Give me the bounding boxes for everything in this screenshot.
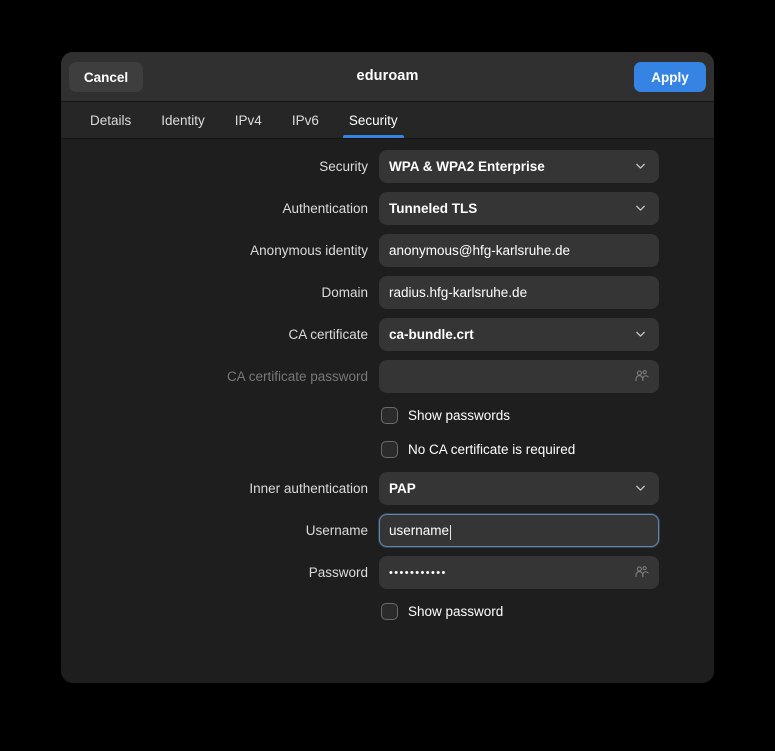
tab-details[interactable]: Details	[75, 102, 146, 138]
anonymous-identity-value: anonymous@hfg-karlsruhe.de	[389, 242, 571, 258]
tab-ipv6[interactable]: IPv6	[277, 102, 334, 138]
text-cursor	[450, 524, 452, 540]
security-value: WPA & WPA2 Enterprise	[389, 158, 545, 174]
password-label: Password	[308, 564, 368, 580]
domain-label: Domain	[321, 284, 368, 300]
tab-ipv4-label: IPv4	[234, 112, 262, 128]
row-username: Username username	[61, 510, 714, 550]
no-ca-certificate-required-checkbox[interactable]	[381, 440, 398, 458]
tab-identity-label: Identity	[161, 112, 205, 128]
row-show-passwords: Show passwords	[61, 398, 714, 432]
row-no-ca-certificate-required: No CA certificate is required	[61, 432, 714, 466]
security-label: Security	[319, 158, 368, 174]
apply-button[interactable]: Apply	[634, 62, 706, 92]
chevron-down-icon	[636, 331, 645, 337]
security-form: Security WPA & WPA2 Enterprise Authentic…	[61, 139, 714, 683]
tab-bar: Details Identity IPv4 IPv6 Security	[61, 102, 714, 139]
row-inner-authentication: Inner authentication PAP	[61, 468, 714, 508]
inner-authentication-dropdown[interactable]: PAP	[379, 471, 659, 505]
tab-security-label: Security	[348, 112, 398, 128]
authentication-label: Authentication	[282, 200, 368, 216]
username-value: username	[389, 522, 450, 538]
row-domain: Domain radius.hfg-karlsruhe.de	[61, 272, 714, 312]
chevron-down-icon	[636, 205, 645, 211]
ca-certificate-password-field[interactable]	[379, 359, 659, 393]
password-field[interactable]: •••••••••••	[379, 555, 659, 589]
inner-authentication-label: Inner authentication	[249, 480, 368, 496]
password-peek-icon[interactable]	[634, 368, 650, 384]
row-authentication: Authentication Tunneled TLS	[61, 188, 714, 228]
row-ca-certificate: CA certificate ca-bundle.crt	[61, 314, 714, 354]
dialog-title: eduroam	[356, 68, 419, 84]
authentication-dropdown[interactable]: Tunneled TLS	[379, 191, 659, 225]
no-ca-certificate-required-label[interactable]: No CA certificate is required	[408, 442, 575, 457]
show-passwords-label[interactable]: Show passwords	[408, 408, 510, 423]
ca-certificate-password-label: CA certificate password	[226, 368, 368, 384]
row-ca-certificate-password: CA certificate password	[61, 356, 714, 396]
anonymous-identity-field[interactable]: anonymous@hfg-karlsruhe.de	[379, 233, 659, 267]
tab-identity[interactable]: Identity	[146, 102, 220, 138]
row-password: Password •••••••••••	[61, 552, 714, 592]
anonymous-identity-label: Anonymous identity	[250, 242, 368, 258]
security-dropdown[interactable]: WPA & WPA2 Enterprise	[379, 149, 659, 183]
username-field[interactable]: username	[379, 513, 659, 547]
tab-security[interactable]: Security	[334, 102, 413, 138]
apply-button-label: Apply	[651, 69, 689, 85]
authentication-value: Tunneled TLS	[389, 200, 478, 216]
username-label: Username	[305, 522, 368, 538]
domain-value: radius.hfg-karlsruhe.de	[389, 284, 528, 300]
show-password-label[interactable]: Show password	[408, 604, 503, 619]
chevron-down-icon	[636, 163, 645, 169]
dialog-headerbar: Cancel eduroam Apply	[61, 52, 714, 102]
chevron-down-icon	[636, 485, 645, 491]
domain-field[interactable]: radius.hfg-karlsruhe.de	[379, 275, 659, 309]
row-show-password: Show password	[61, 594, 714, 628]
password-value: •••••••••••	[389, 567, 447, 579]
tab-ipv4[interactable]: IPv4	[220, 102, 277, 138]
password-peek-icon[interactable]	[634, 564, 650, 580]
tab-details-label: Details	[90, 112, 132, 128]
ca-certificate-value: ca-bundle.crt	[389, 326, 474, 342]
row-security: Security WPA & WPA2 Enterprise	[61, 146, 714, 186]
row-anonymous-identity: Anonymous identity anonymous@hfg-karlsru…	[61, 230, 714, 270]
show-passwords-checkbox[interactable]	[381, 406, 398, 424]
wifi-security-dialog: Cancel eduroam Apply Details Identity IP…	[61, 52, 714, 683]
show-password-checkbox[interactable]	[381, 602, 398, 620]
inner-authentication-value: PAP	[389, 480, 416, 496]
ca-certificate-label: CA certificate	[288, 326, 368, 342]
tab-ipv6-label: IPv6	[291, 112, 319, 128]
ca-certificate-dropdown[interactable]: ca-bundle.crt	[379, 317, 659, 351]
